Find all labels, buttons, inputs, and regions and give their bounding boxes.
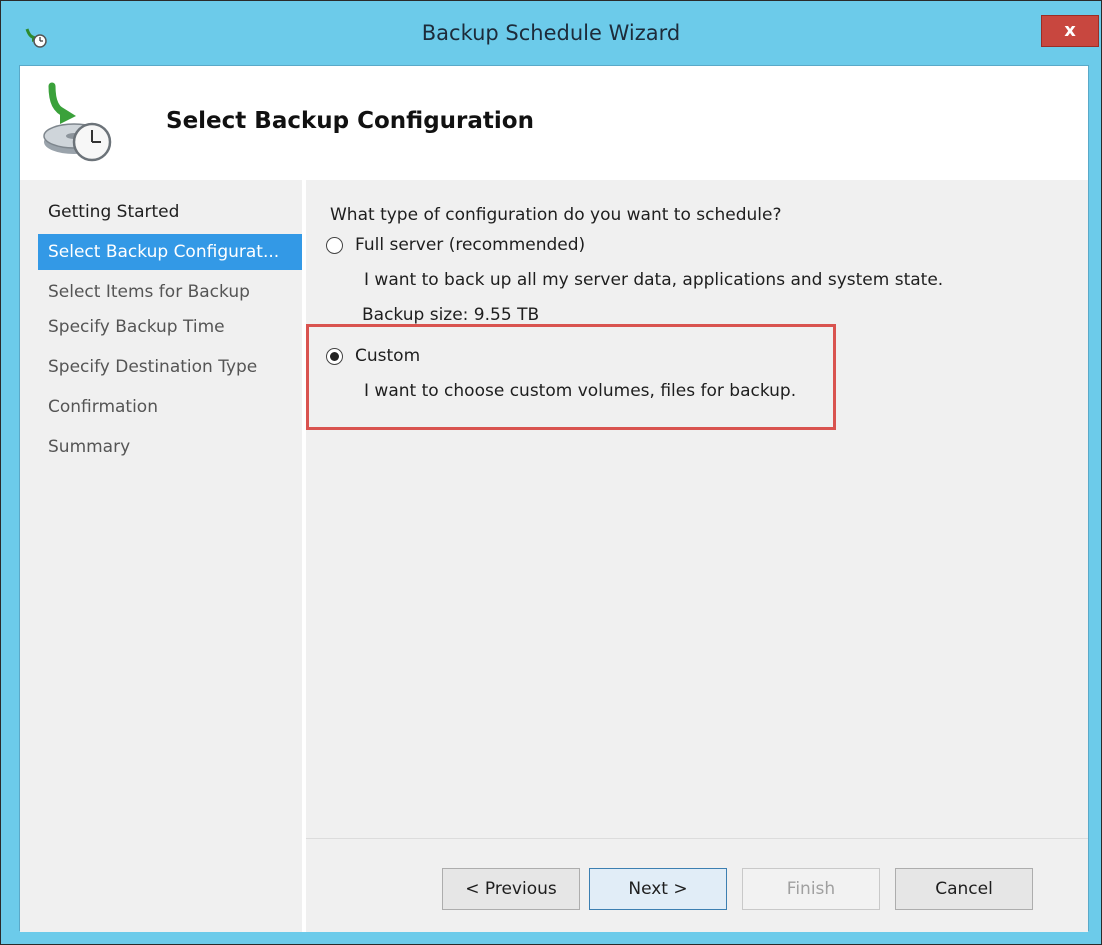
configuration-question: What type of configuration do you want t… xyxy=(330,205,782,225)
wizard-content: What type of configuration do you want t… xyxy=(306,180,1088,932)
nav-item-confirmation[interactable]: Confirmation xyxy=(48,397,158,417)
nav-item-select-items-for-backup[interactable]: Select Items for Backup xyxy=(48,282,250,302)
custom-option-highlight xyxy=(306,324,836,430)
backup-schedule-icon xyxy=(43,82,112,162)
nav-item-specify-backup-time[interactable]: Specify Backup Time xyxy=(48,317,225,337)
previous-button[interactable]: < Previous xyxy=(442,868,580,910)
wizard-steps-nav: Getting Started Select Backup Configurat… xyxy=(20,180,302,932)
footer-separator xyxy=(306,838,1088,839)
wizard-client-area: Select Backup Configuration Getting Star… xyxy=(19,65,1089,932)
nav-item-getting-started[interactable]: Getting Started xyxy=(48,202,179,222)
nav-item-select-backup-configuration[interactable]: Select Backup Configurat... xyxy=(38,234,302,270)
backup-size-text: Backup size: 9.55 TB xyxy=(362,305,540,325)
nav-item-specify-destination-type[interactable]: Specify Destination Type xyxy=(48,357,257,377)
full-server-option[interactable]: Full server (recommended) xyxy=(326,235,585,255)
nav-item-summary[interactable]: Summary xyxy=(48,437,130,457)
close-icon: x xyxy=(1064,20,1076,41)
custom-label[interactable]: Custom xyxy=(355,346,420,366)
cancel-button[interactable]: Cancel xyxy=(895,868,1033,910)
page-title: Select Backup Configuration xyxy=(166,108,534,134)
next-button[interactable]: Next > xyxy=(589,868,727,910)
custom-radio[interactable] xyxy=(326,347,343,365)
wizard-header: Select Backup Configuration xyxy=(20,66,1088,180)
custom-option[interactable]: Custom xyxy=(326,346,420,366)
wizard-window: Backup Schedule Wizard x Select Backup C… xyxy=(0,0,1102,945)
finish-button[interactable]: Finish xyxy=(742,868,880,910)
custom-description: I want to choose custom volumes, files f… xyxy=(364,381,797,401)
title-bar[interactable]: Backup Schedule Wizard x xyxy=(1,1,1101,65)
full-server-radio[interactable] xyxy=(326,236,343,254)
window-title: Backup Schedule Wizard xyxy=(421,21,681,45)
full-server-label[interactable]: Full server (recommended) xyxy=(355,235,585,255)
close-button[interactable]: x xyxy=(1041,15,1099,47)
full-server-description: I want to back up all my server data, ap… xyxy=(364,270,944,290)
